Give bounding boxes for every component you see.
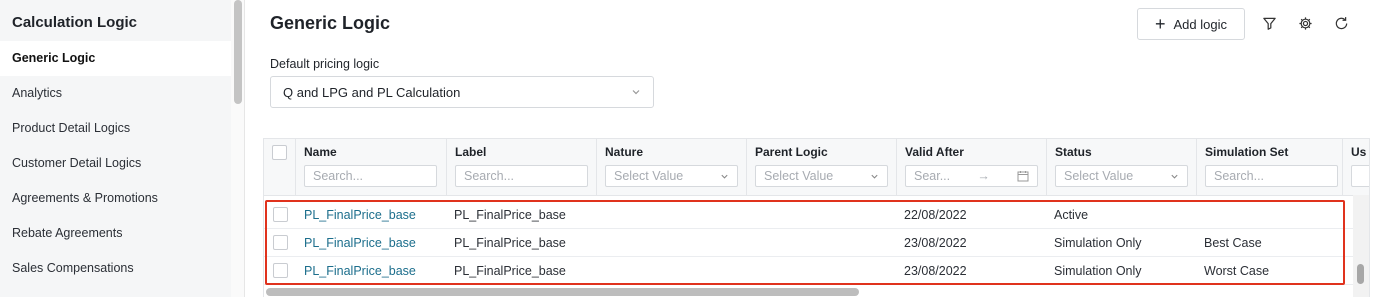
row-simulation-set: Best Case <box>1204 236 1262 250</box>
us-filter-input[interactable] <box>1351 165 1369 187</box>
header-select-cell <box>264 139 296 196</box>
row-checkbox[interactable] <box>273 235 288 250</box>
row-label: PL_FinalPrice_base <box>454 208 566 222</box>
row-valid-after: 23/08/2022 <box>904 236 967 250</box>
name-filter-placeholder: Search... <box>313 169 364 183</box>
gear-icon[interactable] <box>1296 14 1314 32</box>
sidebar-item-analytics[interactable]: Analytics <box>0 76 231 111</box>
header-nature: Nature Select Value <box>597 139 747 196</box>
header-status: Status Select Value <box>1047 139 1197 196</box>
column-header-valid-after[interactable]: Valid After <box>905 145 964 159</box>
row-label: PL_FinalPrice_base <box>454 236 566 250</box>
row-checkbox[interactable] <box>273 263 288 278</box>
add-logic-button[interactable]: + Add logic <box>1137 8 1245 40</box>
nature-filter-select[interactable]: Select Value <box>605 165 738 187</box>
chevron-down-icon <box>871 174 878 179</box>
column-header-simulation-set[interactable]: Simulation Set <box>1205 145 1288 159</box>
row-status: Simulation Only <box>1054 236 1142 250</box>
row-name-link[interactable]: PL_FinalPrice_base <box>304 201 416 229</box>
header-simulation-set: Simulation Set Search... <box>1197 139 1343 196</box>
table-row[interactable]: PL_FinalPrice_base PL_FinalPrice_base 23… <box>264 229 1369 257</box>
header-label: Label Search... <box>447 139 597 196</box>
column-header-us[interactable]: Us <box>1351 145 1366 159</box>
sidebar-item-sales-compensations[interactable]: Sales Compensations <box>0 251 231 286</box>
sidebar-item-product-detail-logics[interactable]: Product Detail Logics <box>0 111 231 146</box>
sidebar-item-generic-logic[interactable]: Generic Logic <box>0 41 231 76</box>
simulation-set-filter-input[interactable]: Search... <box>1205 165 1338 187</box>
sidebar-item-customer-detail-logics[interactable]: Customer Detail Logics <box>0 146 231 181</box>
column-header-name[interactable]: Name <box>304 145 337 159</box>
header-us: Us <box>1343 139 1369 196</box>
sidebar-scrollbar-thumb[interactable] <box>234 0 242 104</box>
filter-icon[interactable] <box>1260 14 1278 32</box>
row-status: Simulation Only <box>1054 264 1142 278</box>
status-filter-placeholder: Select Value <box>1064 169 1134 183</box>
column-header-status[interactable]: Status <box>1055 145 1092 159</box>
table-row[interactable]: PL_FinalPrice_base PL_FinalPrice_base 23… <box>264 257 1369 285</box>
default-logic-select[interactable]: Q and LPG and PL Calculation <box>270 76 654 108</box>
row-name-link[interactable]: PL_FinalPrice_base <box>304 229 416 257</box>
default-logic-value: Q and LPG and PL Calculation <box>283 84 461 100</box>
plus-icon: + <box>1155 14 1166 34</box>
header-valid-after: Valid After Sear... → <box>897 139 1047 196</box>
sidebar-nav: Generic Logic Analytics Product Detail L… <box>0 41 231 286</box>
sidebar-item-rebate-agreements[interactable]: Rebate Agreements <box>0 216 231 251</box>
calendar-icon <box>1017 171 1029 182</box>
row-name-link[interactable]: PL_FinalPrice_base <box>304 257 416 285</box>
row-valid-after: 22/08/2022 <box>904 208 967 222</box>
header-name: Name Search... <box>296 139 447 196</box>
status-filter-select[interactable]: Select Value <box>1055 165 1188 187</box>
row-status: Active <box>1054 208 1089 222</box>
parent-logic-filter-select[interactable]: Select Value <box>755 165 888 187</box>
sidebar-title: Calculation Logic <box>12 14 138 31</box>
default-logic-label: Default pricing logic <box>270 57 380 71</box>
row-simulation-set: Worst Case <box>1204 264 1270 278</box>
chevron-down-icon <box>1171 174 1178 179</box>
name-filter-input[interactable]: Search... <box>304 165 437 187</box>
row-label: PL_FinalPrice_base <box>454 264 566 278</box>
table-vertical-scrollbar-thumb[interactable] <box>1357 264 1364 284</box>
add-logic-label: Add logic <box>1173 16 1227 32</box>
label-filter-input[interactable]: Search... <box>455 165 588 187</box>
sidebar-item-agreements-promotions[interactable]: Agreements & Promotions <box>0 181 231 216</box>
label-filter-placeholder: Search... <box>464 169 515 183</box>
row-valid-after: 23/08/2022 <box>904 264 967 278</box>
arrow-right-icon: → <box>977 169 990 183</box>
chevron-down-icon <box>721 174 728 179</box>
valid-after-filter-placeholder: Sear... <box>914 169 951 183</box>
logic-table: Name Search... Label Search... Nature Se… <box>263 138 1370 297</box>
table-header: Name Search... Label Search... Nature Se… <box>264 139 1369 196</box>
simulation-set-filter-placeholder: Search... <box>1214 169 1265 183</box>
column-header-label[interactable]: Label <box>455 145 486 159</box>
column-header-parent-logic[interactable]: Parent Logic <box>755 145 828 159</box>
sidebar: Calculation Logic Generic Logic Analytic… <box>0 0 231 297</box>
refresh-icon[interactable] <box>1332 14 1350 32</box>
parent-logic-filter-placeholder: Select Value <box>764 169 834 183</box>
chevron-down-icon <box>632 90 640 95</box>
header-parent-logic: Parent Logic Select Value <box>747 139 897 196</box>
page-title: Generic Logic <box>270 13 391 33</box>
table-row[interactable]: PL_FinalPrice_base PL_FinalPrice_base 22… <box>264 201 1369 229</box>
nature-filter-placeholder: Select Value <box>614 169 684 183</box>
valid-after-filter-input[interactable]: Sear... → <box>905 165 1038 187</box>
row-checkbox[interactable] <box>273 207 288 222</box>
select-all-checkbox[interactable] <box>272 145 287 160</box>
table-horizontal-scrollbar-thumb[interactable] <box>266 288 859 296</box>
column-header-nature[interactable]: Nature <box>605 145 643 159</box>
